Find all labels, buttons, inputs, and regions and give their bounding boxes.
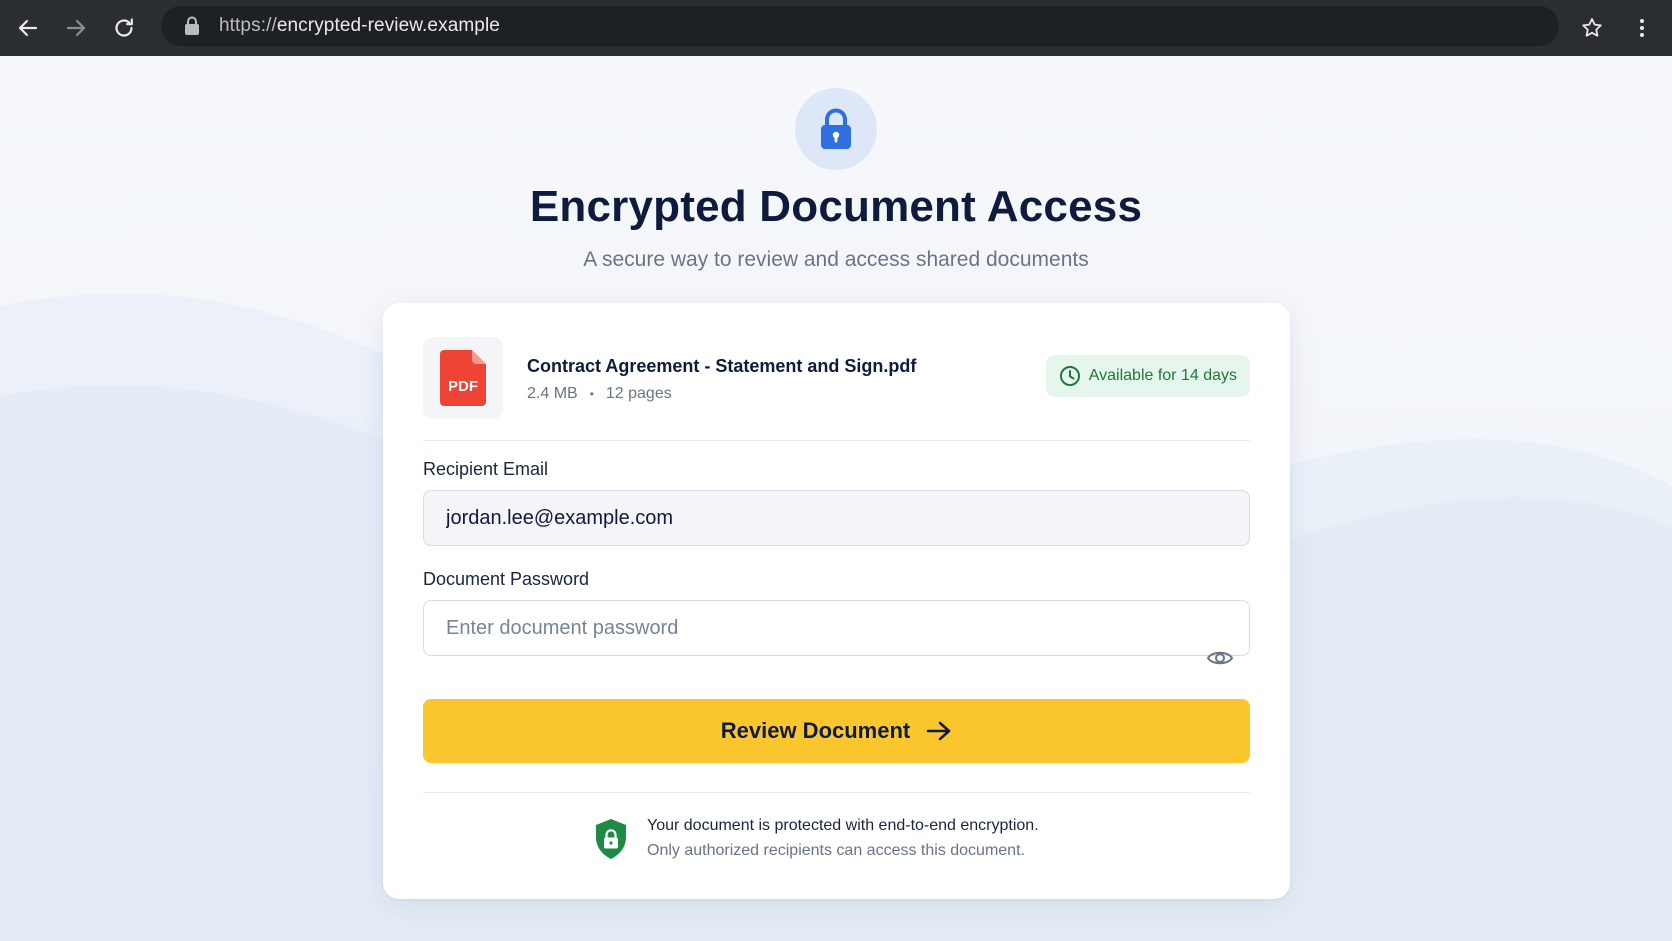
security-line-2: Only authorized recipients can access th… [647, 842, 1025, 859]
browser-menu-button[interactable] [1618, 0, 1666, 56]
review-document-button[interactable]: Review Document [423, 699, 1250, 763]
meta-separator: • [589, 387, 594, 401]
pdf-icon-label: PDF [448, 378, 478, 395]
divider [423, 440, 1250, 441]
url-text: https://encrypted-review.example [219, 15, 500, 37]
password-label: Document Password [423, 569, 590, 589]
email-field[interactable] [423, 490, 1250, 546]
back-button[interactable] [4, 0, 52, 56]
page-content: Encrypted Document Access A secure way t… [0, 56, 1672, 941]
file-pages: 12 pages [605, 385, 672, 402]
show-password-toggle[interactable] [1202, 640, 1238, 676]
url-scheme: https:// [219, 15, 277, 36]
reload-icon [115, 18, 133, 37]
padlock-icon [821, 108, 851, 149]
file-size: 2.4 MB [527, 385, 578, 402]
back-arrow-icon [18, 19, 38, 37]
arrow-right-icon [926, 721, 951, 741]
file-summary: PDF Contract Agreement - Statement and S… [423, 337, 1250, 419]
password-field[interactable] [423, 600, 1250, 656]
url-host: encrypted-review.example [276, 15, 500, 36]
browser-toolbar: https://encrypted-review.example [0, 0, 1672, 56]
forward-arrow-icon [66, 19, 86, 37]
pdf-file-icon: PDF [440, 350, 486, 406]
availability-text: Available for 14 days [1088, 367, 1237, 384]
hero-lock-badge [795, 88, 877, 170]
review-button-label: Review Document [720, 718, 911, 743]
page-subtitle: A secure way to review and access shared… [583, 248, 1089, 271]
star-icon [1582, 18, 1602, 37]
email-label: Recipient Email [423, 459, 549, 479]
lock-icon [185, 16, 199, 35]
kebab-menu-icon [1640, 19, 1644, 37]
file-thumbnail: PDF [423, 337, 503, 419]
clock-icon [1059, 366, 1080, 386]
file-name: Contract Agreement - Statement and Sign.… [527, 356, 917, 376]
access-card: PDF Contract Agreement - Statement and S… [383, 303, 1290, 899]
file-meta: 2.4 MB • 12 pages [527, 385, 672, 403]
shield-lock-icon [596, 819, 626, 859]
availability-badge: Available for 14 days [1045, 355, 1250, 397]
security-note: Your document is protected with end-to-e… [593, 813, 1113, 865]
reload-button[interactable] [100, 0, 148, 56]
bookmark-button[interactable] [1568, 0, 1616, 56]
page-title: Encrypted Document Access [529, 182, 1143, 231]
address-bar[interactable]: https://encrypted-review.example [161, 6, 1559, 46]
divider [423, 792, 1250, 793]
security-line-1: Your document is protected with end-to-e… [647, 817, 1039, 834]
forward-button[interactable] [52, 0, 100, 56]
eye-icon [1206, 651, 1234, 665]
